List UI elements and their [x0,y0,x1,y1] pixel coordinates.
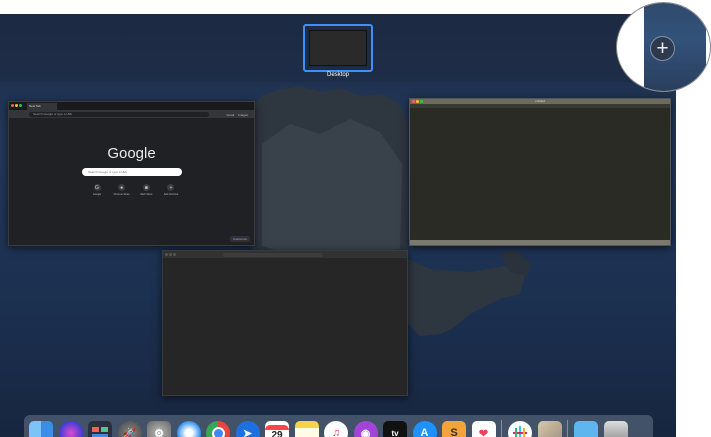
pocket-icon[interactable]: ❤ [471,421,496,437]
mission-control-screen: Desktop New Tab Search Google or type a … [0,14,676,437]
shortcut-icon: G [93,184,101,191]
slack-icon[interactable] [508,421,532,437]
shortcut-icon: ■ [142,184,150,191]
safari-icon[interactable]: ✦ [176,421,201,437]
podcasts-icon[interactable]: ◉ [353,421,378,437]
dark-browser-window[interactable] [162,250,408,396]
shortcut-tile[interactable]: ● Chrome Store [114,184,130,196]
dock-separator [567,420,568,437]
editor-tab-bar [410,104,670,108]
shortcut-tile[interactable]: G Google [89,184,105,196]
chrome-tab[interactable]: New Tab [27,103,57,110]
editor-title-bar: untitled [410,99,670,104]
address-field[interactable] [223,252,323,257]
siri-icon[interactable] [58,421,83,437]
maps-icon[interactable]: ➤ [235,421,260,437]
finder-icon[interactable] [29,421,53,437]
shortcut-icon: ● [118,184,126,191]
google-search-box[interactable]: Search Google or type a URL [82,168,182,176]
editor-title: untitled [535,99,545,103]
notes-icon[interactable] [294,421,319,437]
images-link[interactable]: Images [238,113,248,117]
dock: 🚀 ⚙ ✦ ➤ 29 ♫ ◉ tv A S ❤ [24,415,653,437]
launchpad-icon[interactable]: 🚀 [117,421,142,437]
trash-icon[interactable] [603,421,628,437]
desktop-space-label: Desktop [326,72,349,78]
app-store-icon[interactable]: A [412,421,437,437]
chrome-window[interactable]: New Tab Search Google or type a URL Gmai… [8,101,255,246]
music-icon[interactable]: ♫ [324,421,348,437]
mission-control-icon[interactable] [88,421,112,437]
apple-tv-icon[interactable]: tv [383,421,407,437]
editor-status-bar [410,240,670,245]
zoomed-add-space-callout: + [616,2,711,92]
window-toolbar [163,251,407,258]
chrome-tab-strip: New Tab [9,102,254,110]
apple-tv-label: tv [391,428,399,437]
dock-separator [501,420,502,437]
downloads-folder-icon[interactable] [574,421,598,437]
shortcut-tile[interactable]: + Add shortcut [163,184,179,196]
gmail-link[interactable]: Gmail [226,113,234,117]
google-logo: Google [107,145,156,162]
calendar-day: 29 [271,430,283,437]
preview-icon[interactable] [537,421,562,437]
chrome-toolbar: Search Google or type a URL [9,110,254,118]
add-shortcut-icon: + [167,184,175,191]
shortcut-tiles: G Google ● Chrome Store ■ Web Store + Add sh… [89,184,179,196]
desktop-space-thumbnail[interactable] [303,24,373,72]
chrome-icon[interactable] [206,421,230,437]
calendar-icon[interactable]: 29 [265,421,289,437]
text-editor-window[interactable]: untitled [409,98,671,246]
chrome-omnibox[interactable]: Search Google or type a URL [29,111,209,117]
customize-button[interactable]: Customize [229,236,250,242]
sublime-text-icon[interactable]: S [442,421,466,437]
chrome-top-links: Gmail Images [226,113,248,117]
system-preferences-icon[interactable]: ⚙ [147,421,171,437]
shortcut-tile[interactable]: ■ Web Store [138,184,154,196]
add-desktop-plus-button[interactable]: + [650,36,675,61]
